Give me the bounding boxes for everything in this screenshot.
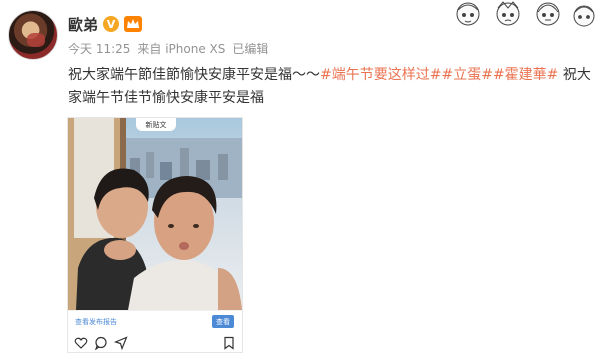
post-photo[interactable]: 新贴文 xyxy=(68,118,242,310)
vip-badge-icon xyxy=(124,16,143,32)
share-icon[interactable] xyxy=(114,336,128,350)
post-text-main: 祝大家端午節佳節愉快安康平安是福～～ xyxy=(68,67,320,83)
avatar[interactable] xyxy=(8,10,58,60)
post-meta: 今天 11:25 来自 iPhone XS 已编辑 xyxy=(68,40,268,57)
post-text: 祝大家端午節佳節愉快安康平安是福～～#端午节要这样过##立蛋##霍建華# 祝大家… xyxy=(68,64,596,110)
embedded-image-card[interactable]: 新贴文 查看发布报告 查看 xyxy=(67,117,243,353)
crown-icon xyxy=(127,19,140,28)
comment-icon[interactable] xyxy=(94,336,108,350)
bookmark-icon[interactable] xyxy=(222,336,236,350)
heart-icon[interactable] xyxy=(74,336,88,350)
hashtag-lidan[interactable]: #立蛋# xyxy=(441,67,492,83)
hashtag-huojianhua[interactable]: #霍建華# xyxy=(493,67,558,83)
post-time[interactable]: 今天 11:25 xyxy=(68,40,130,57)
author-row: 歐弟 V xyxy=(68,14,143,35)
weibo-post: 歐弟 V 今天 11:25 来自 iPhone XS 已编辑 祝大家端午節佳節愉… xyxy=(0,0,610,359)
card-footer-link[interactable]: 查看发布报告 xyxy=(75,317,117,327)
post-source: 来自 iPhone XS xyxy=(137,42,226,56)
card-footer: 查看发布报告 查看 xyxy=(68,310,242,332)
sticker-decoration xyxy=(448,0,598,36)
hashtag-duanwu[interactable]: #端午节要这样过# xyxy=(320,67,441,83)
edited-label[interactable]: 已编辑 xyxy=(232,40,268,57)
card-footer-button[interactable]: 查看 xyxy=(212,315,234,328)
verified-badge-icon: V xyxy=(103,16,120,32)
photo-badge: 新贴文 xyxy=(136,118,176,131)
card-actions xyxy=(68,333,242,353)
selfie-photo xyxy=(68,118,242,310)
anime-sticker-icon xyxy=(456,1,595,27)
author-name[interactable]: 歐弟 xyxy=(68,14,98,35)
